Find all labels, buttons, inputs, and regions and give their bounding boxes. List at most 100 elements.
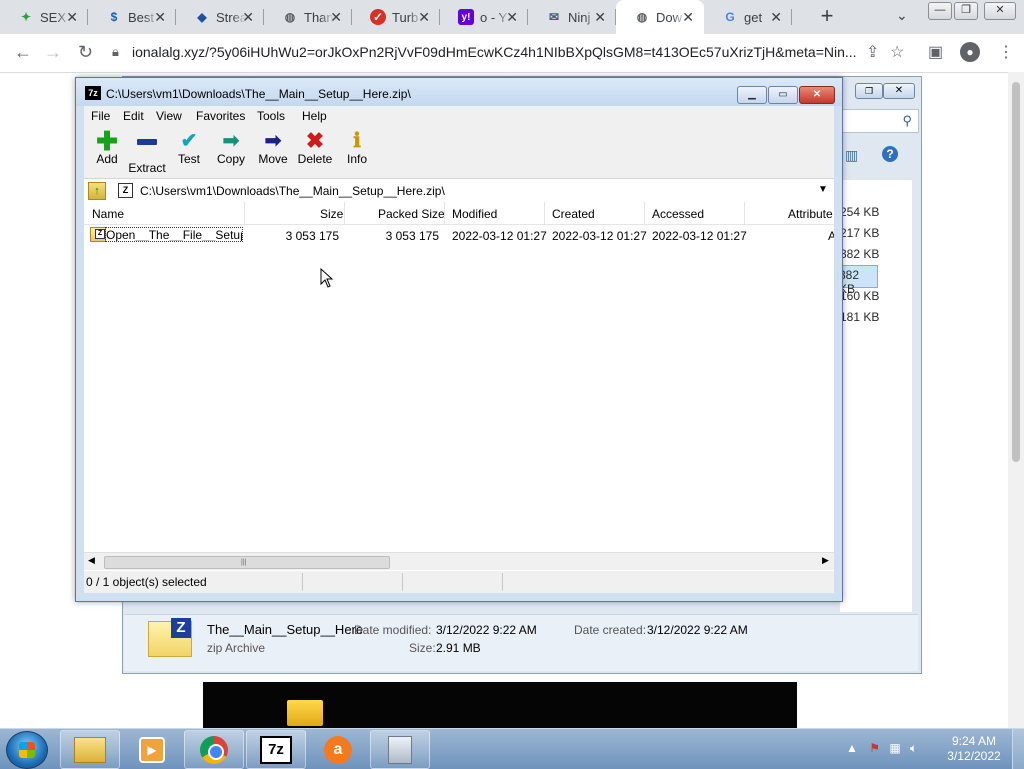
folder-up-icon[interactable]: ↑ [88, 182, 106, 200]
chrome-taskbar-icon[interactable] [184, 730, 244, 769]
help-icon[interactable]: ? [882, 146, 898, 162]
show-desktop-button[interactable] [1012, 729, 1024, 769]
tab-close-icon[interactable]: ✕ [682, 9, 694, 26]
action-center-icon[interactable]: ⚑ [869, 741, 880, 755]
bookmark-star-icon[interactable]: ☆ [890, 42, 904, 62]
tab-close-icon[interactable]: ✕ [330, 9, 342, 26]
tab-close-icon[interactable]: ✕ [154, 9, 166, 26]
delete-label: Delete [297, 152, 333, 166]
menu-edit[interactable]: Edit [123, 109, 144, 123]
browser-tab[interactable]: y! o - Y ✕ [440, 0, 528, 34]
extract-button[interactable]: Extract [124, 130, 170, 175]
column-name[interactable]: Name [92, 207, 124, 221]
browser-close-button[interactable]: ✕ [984, 2, 1016, 20]
tab-close-icon[interactable]: ✕ [770, 9, 782, 26]
clock-time: 9:24 AM [951, 734, 997, 748]
menu-tools[interactable]: Tools [257, 109, 285, 123]
side-panel-icon[interactable]: ▣ [928, 42, 943, 62]
details-date-created: 3/12/2022 9:22 AM [647, 623, 748, 637]
browser-minimize-button[interactable]: — [928, 2, 952, 20]
maximize-button[interactable]: ▭ [768, 86, 798, 104]
column-modified[interactable]: Modified [452, 207, 497, 221]
menu-help[interactable]: Help [302, 109, 327, 123]
new-tab-button[interactable]: + [815, 5, 839, 29]
url-text: ionalalg.xyz/?5y06iHUhWu2=orJkOxPn2RjVvF… [132, 44, 857, 60]
desktop-background [203, 682, 797, 730]
tab-close-icon[interactable]: ✕ [242, 9, 254, 26]
volume-icon[interactable]: 🔈︎ [910, 741, 917, 755]
browser-restore-button[interactable]: ❐ [954, 2, 978, 20]
share-icon[interactable]: ⇪ [866, 42, 879, 62]
scroll-right-icon[interactable]: ▶ [822, 555, 829, 566]
tab-close-icon[interactable]: ✕ [66, 9, 78, 26]
7zip-titlebar[interactable]: 7z C:\Users\vm1\Downloads\The__Main__Set… [76, 78, 842, 106]
tab-close-icon[interactable]: ✕ [594, 9, 606, 26]
page-scrollbar-thumb[interactable] [1012, 82, 1020, 462]
7zip-icon-label: 7z [260, 735, 292, 764]
folder-icon[interactable] [287, 700, 323, 726]
info-icon: ℹ [353, 130, 361, 152]
browser-tab-strip: ✦ SEX ✕ $ Best ✕ ◆ Strea ✕ ◍ Than ✕ ✓ Turb ✕ y! o - Y ✕ ✉ N… [0, 0, 1024, 34]
taskbar-clock[interactable]: 9:24 AM 3/12/2022 [940, 734, 1008, 764]
explorer-restore-button[interactable]: ❐ [855, 83, 883, 99]
path-dropdown-icon[interactable]: ▼ [818, 184, 828, 195]
address-bar[interactable]: 🔒︎ ionalalg.xyz/?5y06iHUhWu2=orJkOxPn2Rj… [112, 37, 912, 67]
column-attribute[interactable]: Attribute [788, 207, 833, 221]
delete-button[interactable]: ✖ Delete [292, 130, 338, 167]
browser-tab[interactable]: ✉ Ninj ✕ [528, 0, 616, 34]
explorer-taskbar-icon[interactable] [60, 730, 120, 769]
documents-taskbar-icon[interactable] [370, 730, 430, 769]
status-bar: 0 / 1 object(s) selected [84, 571, 834, 593]
scrollbar-thumb[interactable]: ||| [104, 556, 390, 569]
tray-expand-icon[interactable]: ▲ [846, 741, 858, 755]
menu-file[interactable]: File [91, 109, 110, 123]
scroll-left-icon[interactable]: ◀ [88, 555, 95, 566]
avast-taskbar-icon[interactable]: a [308, 730, 368, 769]
list-item-size: 160 KB [840, 289, 880, 303]
explorer-search-box[interactable]: ⚲ [841, 109, 919, 133]
browser-tab[interactable]: Gget ✕ [704, 0, 792, 34]
column-created[interactable]: Created [552, 207, 595, 221]
minimize-button[interactable]: ▁ [737, 86, 767, 104]
path-input[interactable]: C:\Users\vm1\Downloads\The__Main__Setup_… [140, 184, 445, 198]
list-item-size-selected[interactable]: 382 KB [838, 265, 878, 296]
info-button[interactable]: ℹ Info [334, 130, 380, 166]
menu-view[interactable]: View [156, 109, 182, 123]
browser-tab[interactable]: ✓ Turb ✕ [352, 0, 440, 34]
google-icon: G [725, 10, 735, 24]
browser-tab[interactable]: ✦ SEX ✕ [0, 0, 88, 34]
file-icon: Z [90, 227, 106, 242]
forward-arrow-icon[interactable]: → [44, 42, 62, 63]
media-player-taskbar-icon[interactable]: ▶ [122, 730, 182, 769]
copy-button[interactable]: ➡ Copy [208, 130, 254, 166]
horizontal-scrollbar[interactable]: ◀ ||| ▶ [84, 552, 834, 570]
column-packed-size[interactable]: Packed Size [378, 207, 445, 221]
browser-tab[interactable]: $ Best ✕ [88, 0, 176, 34]
tab-search-chevron-icon[interactable]: ⌄ [896, 7, 908, 24]
lock-icon: 🔒︎ [112, 44, 119, 59]
browser-tab[interactable]: ◍ Dow ✕ [616, 0, 704, 34]
tab-close-icon[interactable]: ✕ [506, 9, 518, 26]
browser-tab[interactable]: ◍ Than ✕ [264, 0, 352, 34]
page-scrollbar[interactable] [1008, 72, 1024, 730]
reload-icon[interactable]: ↻ [78, 42, 93, 63]
menu-favorites[interactable]: Favorites [196, 109, 245, 123]
browser-tab[interactable]: ◆ Strea ✕ [176, 0, 264, 34]
back-arrow-icon[interactable]: ← [14, 42, 32, 63]
browser-toolbar: ← → ↻ 🔒︎ ionalalg.xyz/?5y06iHUhWu2=orJkO… [0, 34, 1024, 73]
preview-pane-icon[interactable]: ▥ [845, 147, 858, 164]
tab-close-icon[interactable]: ✕ [418, 9, 430, 26]
column-accessed[interactable]: Accessed [652, 207, 704, 221]
test-button[interactable]: ✔ Test [166, 130, 212, 166]
move-button[interactable]: ➡ Move [250, 130, 296, 166]
start-button[interactable] [6, 731, 48, 769]
explorer-close-button[interactable]: ✕ [883, 83, 915, 99]
network-icon[interactable]: ▦ [889, 741, 900, 755]
column-size[interactable]: Size [320, 207, 343, 221]
more-menu-icon[interactable]: ⋮ [998, 42, 1014, 62]
details-size: 2.91 MB [436, 641, 481, 655]
close-button[interactable]: ✕ [799, 86, 835, 104]
table-row[interactable]: Z Open__The__File__Setup... 3 053 175 3 … [84, 224, 834, 246]
7zip-taskbar-icon[interactable]: 7z [246, 730, 306, 769]
profile-avatar-icon[interactable]: ● [960, 42, 980, 62]
